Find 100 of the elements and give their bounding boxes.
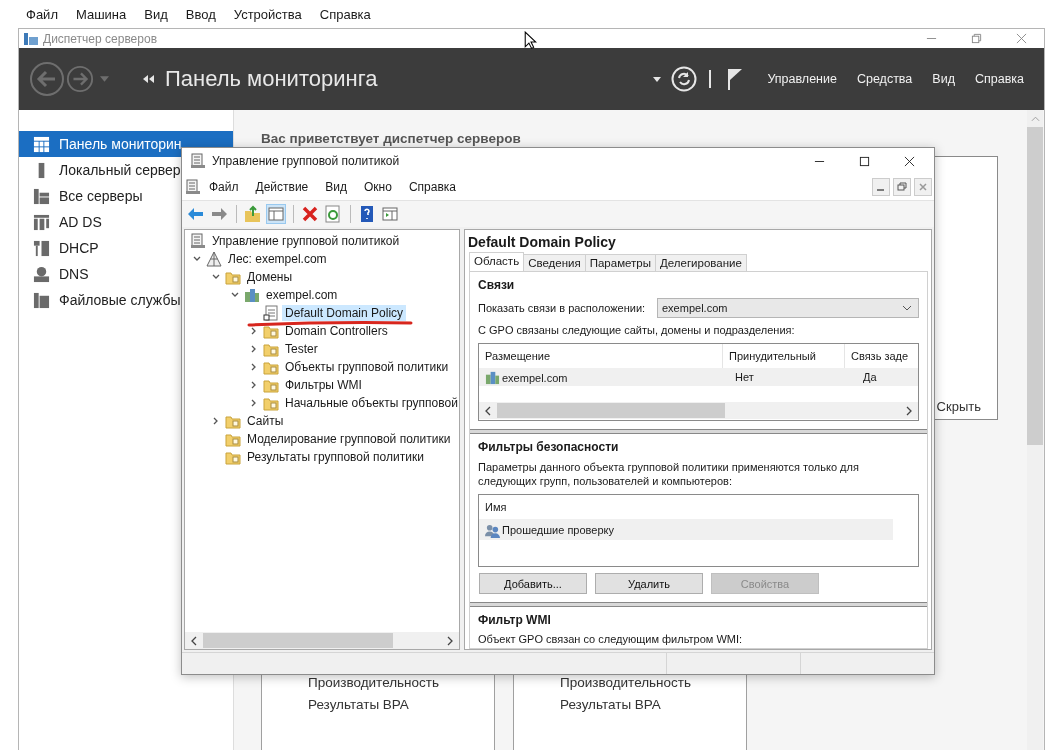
sidebar-item[interactable]: AD DS — [19, 209, 233, 235]
menu-item[interactable]: Ввод — [185, 6, 216, 22]
tab[interactable]: Область — [469, 252, 525, 271]
restore-icon[interactable] — [893, 178, 911, 196]
tree-item[interactable]: Domain Controllers — [282, 323, 391, 339]
server-manager-icon — [23, 30, 39, 47]
header-menu-item[interactable]: Средства — [856, 72, 913, 86]
console-icon[interactable] — [185, 179, 201, 195]
sidebar-item[interactable]: Файловые службы — [19, 287, 233, 313]
chevron-down-icon — [902, 305, 912, 311]
scrollbar[interactable] — [185, 632, 459, 649]
folder-icon — [225, 449, 241, 465]
tree-item[interactable]: Сайты — [244, 413, 287, 429]
tile-link[interactable]: Результаты BPA — [308, 694, 494, 716]
hide-link[interactable]: Скрыть — [936, 399, 981, 414]
description-text: С GPO связаны следующие сайты, домены и подразделения: — [478, 324, 796, 336]
scrollbar-thumb[interactable] — [497, 403, 725, 418]
folder-icon — [263, 395, 279, 411]
scrollbar[interactable] — [479, 402, 918, 419]
menu-item[interactable]: Машина — [75, 6, 127, 22]
tile-link[interactable]: Результаты BPA — [560, 694, 746, 716]
header-menu-item[interactable]: Вид — [932, 72, 955, 86]
header-menu-item[interactable]: Справка — [974, 72, 1024, 86]
scroll-right-icon[interactable] — [905, 405, 913, 416]
folder-icon — [225, 269, 241, 285]
location-dropdown[interactable]: exempel.com — [657, 298, 919, 318]
tree-item[interactable]: Фильтры WMI — [282, 377, 365, 393]
menu-item[interactable]: Вид — [325, 180, 347, 194]
folder-icon — [263, 377, 279, 393]
details-title: Default Domain Policy — [467, 233, 617, 252]
tree-item[interactable]: Моделирование групповой политики — [244, 431, 454, 447]
buildings-icon — [244, 287, 260, 303]
table-cell: Прошедшие проверку — [479, 520, 893, 540]
restore-icon[interactable] — [971, 33, 982, 44]
users-icon — [485, 522, 500, 538]
close-icon[interactable] — [904, 155, 915, 167]
menu-item[interactable]: Вид — [144, 6, 168, 22]
buildings-icon — [485, 369, 500, 385]
scroll-left-icon[interactable] — [484, 405, 492, 416]
folder-icon — [225, 431, 241, 447]
tree-item[interactable]: Начальные объекты групповой — [282, 395, 459, 411]
menu-item[interactable]: Файл — [209, 180, 239, 194]
tab[interactable]: Сведения — [523, 254, 586, 271]
tab[interactable]: Делегирование — [655, 254, 747, 271]
tree-item[interactable]: Tester — [282, 341, 321, 357]
console-icon — [190, 153, 206, 169]
description-text: Объект GPO связан со следующим фильтром WMI: — [478, 633, 744, 645]
field-label: Показать связи в расположении: — [478, 302, 646, 314]
tree-item[interactable]: Default Domain Policy — [282, 305, 407, 321]
refresh-icon[interactable] — [671, 66, 698, 92]
tree-item[interactable]: Лес: exempel.com — [225, 251, 330, 267]
delete-icon[interactable] — [300, 204, 320, 224]
scroll-left-icon[interactable] — [190, 635, 198, 646]
tree-item[interactable]: Объекты групповой политики — [282, 359, 452, 375]
description-text: Параметры данного объекта групповой политики применяются только для следующих групп, пользователей и компьютеров: — [478, 460, 860, 488]
window-title: Управление групповой политикой — [212, 154, 400, 168]
pane-icon[interactable] — [380, 204, 400, 224]
scrollbar-thumb[interactable] — [203, 633, 393, 648]
scrollbar[interactable] — [1027, 110, 1043, 750]
tower-icon — [33, 239, 50, 257]
menu-item[interactable]: Файл — [26, 6, 58, 22]
flag-icon[interactable] — [727, 68, 744, 90]
forward-icon[interactable] — [66, 65, 94, 93]
tile-link[interactable]: Производительность — [308, 672, 494, 694]
menu-item[interactable]: Устройства — [233, 6, 302, 22]
column-header[interactable]: Связь заде — [845, 344, 918, 368]
sidebar-item[interactable]: Панель мониторин — [19, 131, 233, 157]
document-icon — [263, 305, 279, 321]
window-title: Диспетчер серверов — [43, 31, 158, 46]
menu-item[interactable]: Справка — [408, 180, 456, 194]
tree-item[interactable]: Домены — [244, 269, 296, 285]
back-icon[interactable] — [29, 61, 65, 97]
page-title: Панель мониторинга — [165, 66, 378, 92]
triangle-icon — [206, 251, 222, 267]
folder-icon — [263, 341, 279, 357]
table-cell-text: Да — [862, 371, 878, 383]
header-menu-item[interactable]: Управление — [767, 72, 837, 86]
caret-icon[interactable] — [653, 76, 662, 82]
folder-up-icon[interactable] — [243, 204, 263, 224]
folder-icon — [263, 359, 279, 375]
welcome-heading: Вас приветствует диспетчер серверов — [261, 131, 522, 146]
button[interactable]: Удалить — [595, 573, 703, 594]
grid-icon — [33, 135, 50, 153]
menu-item[interactable]: Окно — [364, 180, 392, 194]
tree-item[interactable]: Управление групповой политикой — [209, 233, 403, 249]
folder-icon — [263, 323, 279, 339]
tree-pane-icon[interactable] — [266, 204, 286, 224]
scroll-right-icon[interactable] — [446, 635, 454, 646]
scrollbar-thumb[interactable] — [1027, 127, 1043, 445]
tree-item[interactable]: Результаты групповой политики — [244, 449, 427, 465]
table-cell: exempel.com — [479, 369, 729, 385]
button[interactable]: Добавить... — [479, 573, 587, 594]
column-header[interactable]: Имя — [479, 501, 507, 513]
menu-item[interactable]: Справка — [319, 6, 371, 22]
menu-item[interactable]: Действие — [255, 180, 309, 194]
files-icon — [33, 291, 50, 309]
tree-item[interactable]: exempel.com — [263, 287, 341, 303]
tab[interactable]: Параметры — [584, 254, 656, 271]
tile-link[interactable]: Производительность — [560, 672, 746, 694]
maximize-icon[interactable] — [859, 155, 870, 167]
